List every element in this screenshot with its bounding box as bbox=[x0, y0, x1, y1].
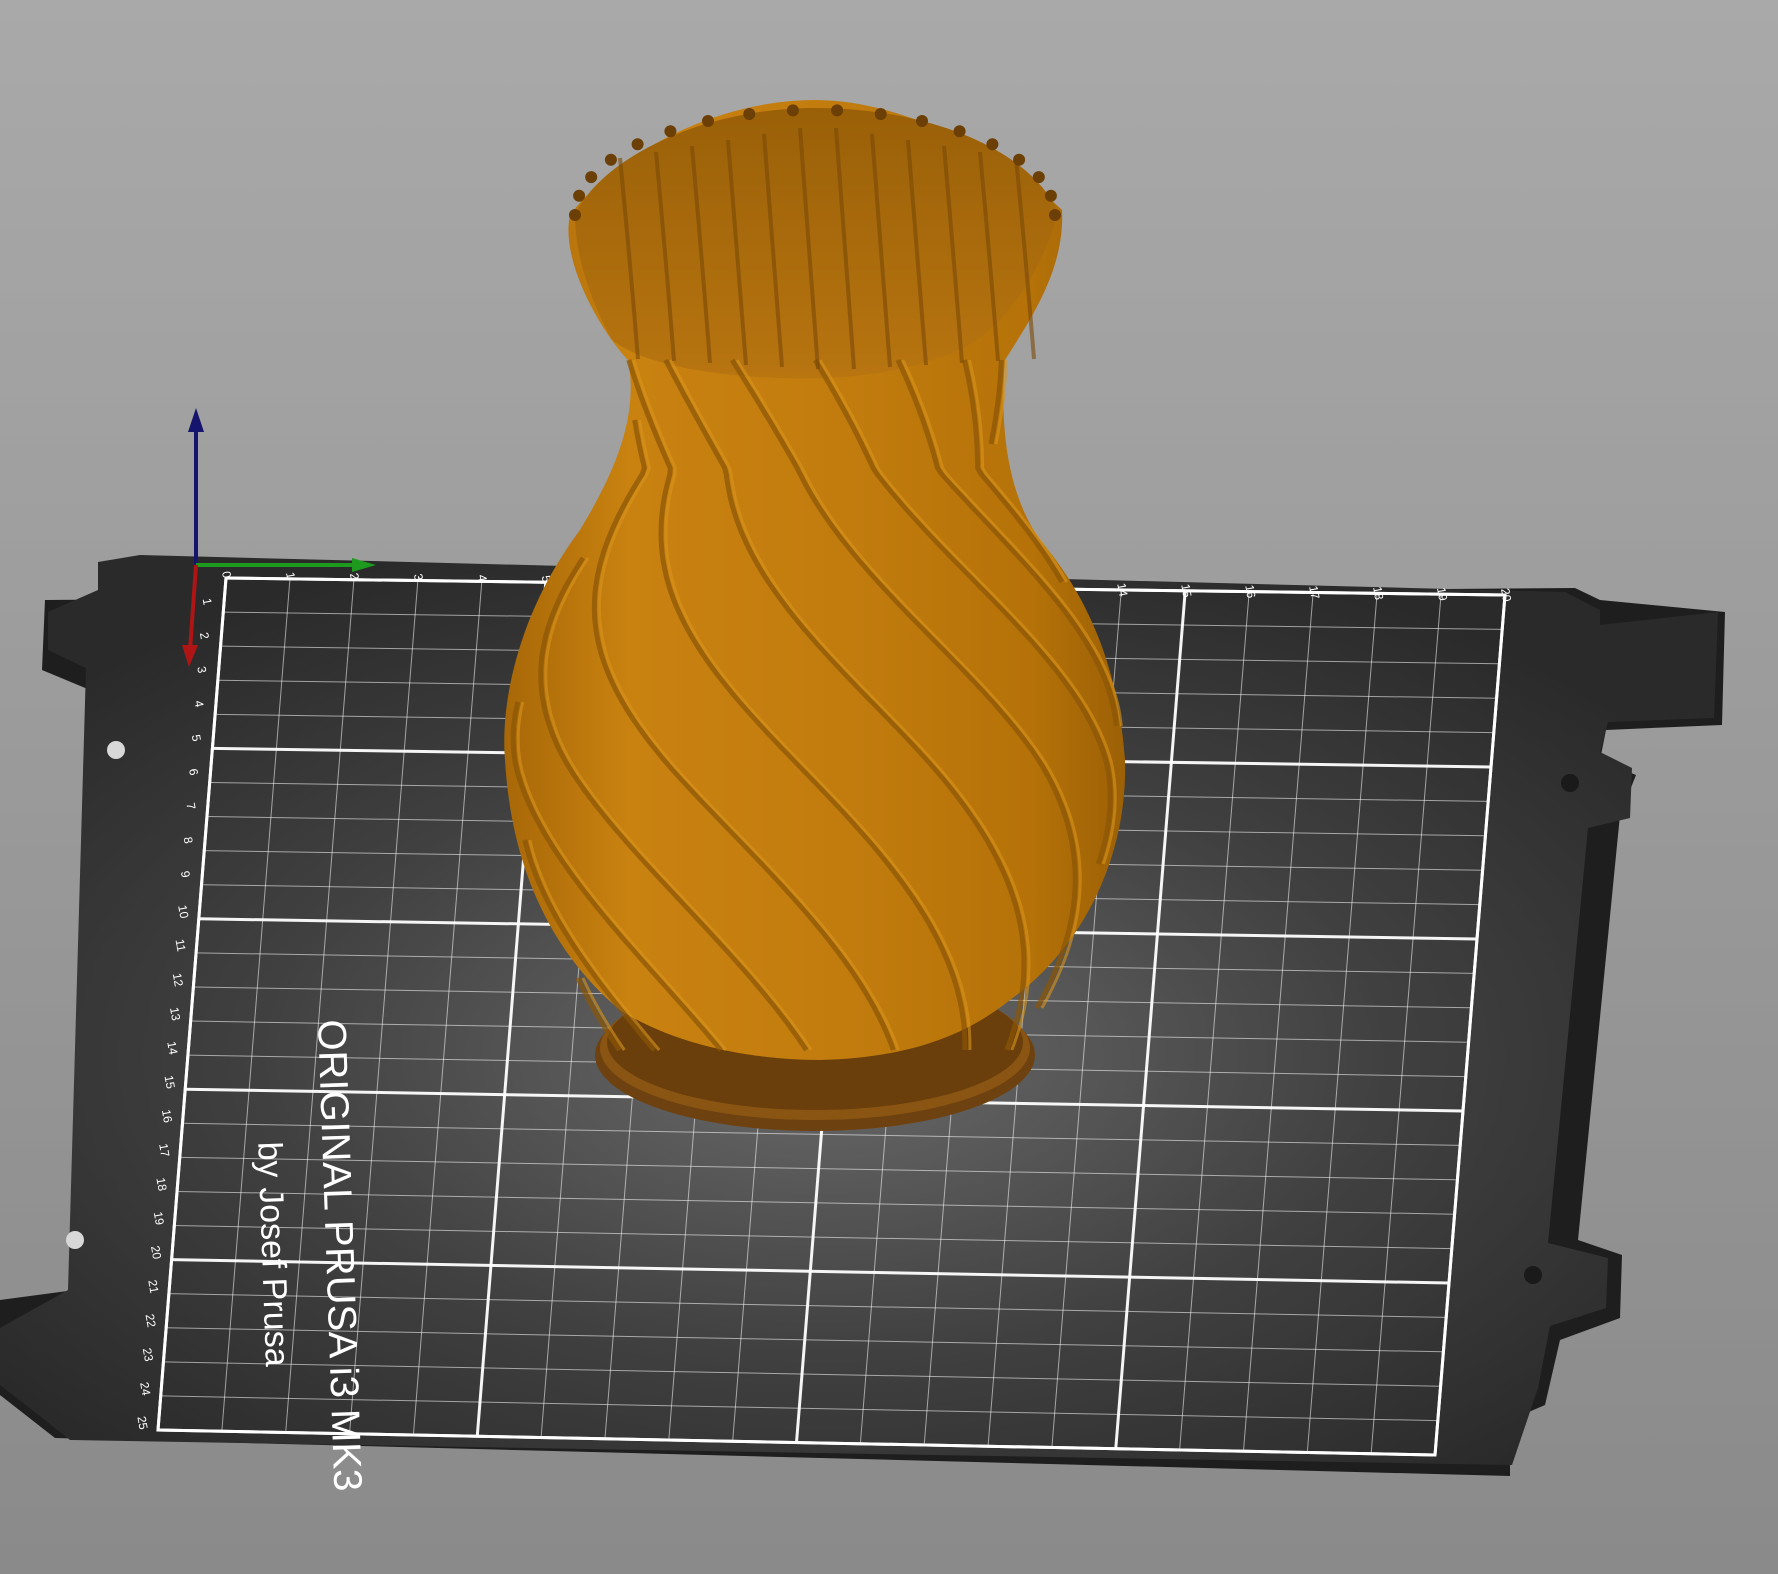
y-tick-label: 21 bbox=[145, 1279, 161, 1295]
bed-mount-peg bbox=[1524, 1266, 1542, 1284]
vase-rim-notch bbox=[874, 108, 887, 120]
vase-rim-notch bbox=[916, 115, 928, 127]
vase-rim-notch bbox=[573, 189, 586, 202]
vase-rim-notch bbox=[604, 153, 617, 166]
y-tick-label: 15 bbox=[162, 1074, 178, 1090]
y-tick-label: 19 bbox=[151, 1211, 167, 1227]
y-tick-label: 16 bbox=[159, 1108, 175, 1124]
vase-rim-notch bbox=[585, 171, 598, 184]
y-tick-label: 14 bbox=[164, 1040, 180, 1056]
vase-rim-notch bbox=[831, 104, 844, 117]
vase-rim-notch bbox=[1049, 209, 1061, 221]
vase-rim-notch bbox=[1032, 171, 1045, 184]
bed-mount-peg bbox=[1561, 774, 1579, 792]
brand-line-2: by Josef Prusa bbox=[250, 1141, 296, 1367]
vase-rim-notch bbox=[702, 115, 714, 127]
y-tick-label: 25 bbox=[134, 1415, 150, 1431]
y-tick-label: 13 bbox=[167, 1006, 183, 1022]
vase-rim-notch bbox=[1013, 153, 1026, 166]
vase-rim-notch bbox=[664, 125, 677, 138]
3d-viewport[interactable]: 0123456789101112131415161718192012345678… bbox=[0, 0, 1778, 1574]
y-tick-label: 20 bbox=[148, 1245, 164, 1261]
vase-rim-notch bbox=[953, 125, 966, 138]
vase-rim-notch bbox=[743, 108, 756, 120]
vase-rim-notch bbox=[569, 209, 581, 221]
y-tick-label: 22 bbox=[143, 1313, 159, 1329]
vase-model[interactable] bbox=[504, 100, 1126, 1060]
y-tick-label: 24 bbox=[137, 1381, 153, 1397]
y-tick-label: 23 bbox=[140, 1347, 156, 1363]
y-tick-label: 12 bbox=[170, 972, 186, 988]
bed-mount-hole bbox=[107, 741, 125, 759]
y-tick-label: 10 bbox=[175, 904, 191, 920]
y-tick-label: 18 bbox=[153, 1176, 169, 1192]
vase-rim-notch bbox=[986, 138, 999, 151]
z-axis-arrowhead bbox=[188, 408, 204, 432]
bed-mount-hole bbox=[66, 1231, 84, 1249]
y-tick-label: 17 bbox=[156, 1142, 172, 1158]
vase-rim-notch bbox=[631, 138, 644, 151]
vase-rim-notch bbox=[1044, 189, 1057, 202]
vase-rim-notch bbox=[786, 104, 799, 117]
